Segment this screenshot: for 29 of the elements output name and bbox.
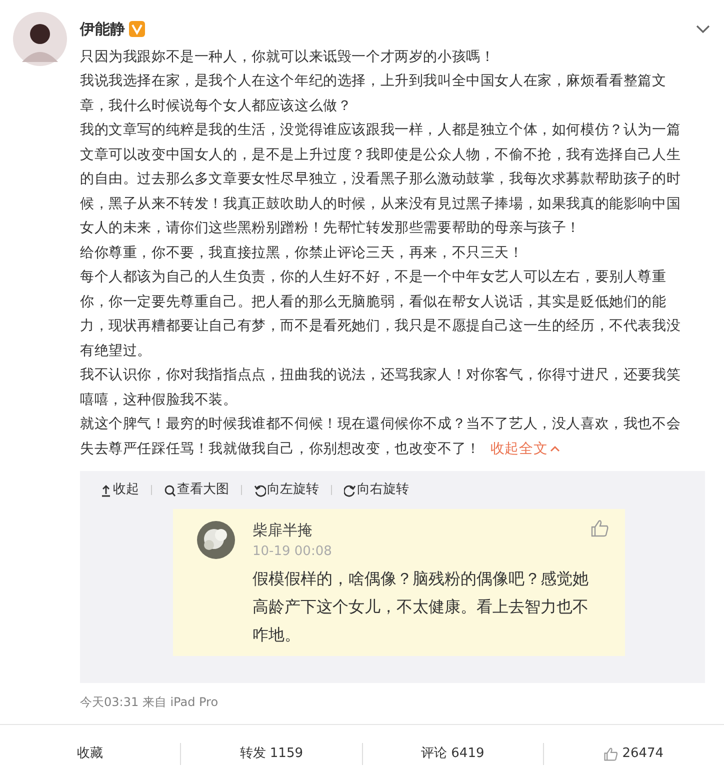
like-button[interactable]: 26474 <box>604 742 664 764</box>
post-paragraph: 只因为我跟妳不是一种人，你就可以来诋毁一个才两岁的小孩嗎！ <box>80 48 496 66</box>
toolbar-button[interactable]: 向左旋转 <box>254 480 319 500</box>
post-meta: 今天03:31 来自 iPad Pro <box>80 694 220 711</box>
comment-time: 10-19 00:08 <box>252 542 333 560</box>
toolbar-button[interactable]: 向右旋转 <box>344 480 409 500</box>
comment-text: 假模假样的，啥偶像？脑残粉的偶像吧？感觉她高龄产下这个女儿，不太健康。看上去智力也不咋地。 <box>252 568 590 646</box>
search-icon <box>164 484 176 496</box>
action-button[interactable]: 收藏 <box>77 742 104 764</box>
post-paragraph: 我的文章写的纯粹是我的生活，没觉得谁应该跟我一样，人都是独立个体，如何模仿？认为一篇文章可以改变中国女人的，是不是上升过度？我即使是公众人物，不偷不抢，我有选择自己人生的自由。过去那么多文章要女性尽早独立，没看黑子那么激动鼓掌，我每次求募款帮助孩子的时候，黑子从来不转发！我真正鼓吹助人的时候，从来没有見过黑子捧場，如果我真的能影响中国女人的未来，请你们这些黑粉别蹭粉！先帮忙转发那些需要帮助的母亲与孩子！ <box>80 121 682 238</box>
upload-arrow-icon <box>100 484 112 496</box>
post-paragraph: 我不认识你，你对我指指点点，扭曲我的说法，还骂我家人！对你客气，你得寸进尺，还要我笑嘻嘻，这种假脸我不装。 <box>80 366 682 410</box>
post-paragraph: 每个人都该为自己的人生负责，你的人生好不好，不是一个中年女艺人可以左右，要别人尊重你，你一定要先尊重自己。把人看的那么无脑脆弱，看似在帮女人说话，其实是贬低她们的能力，现状再糟都要让自己有梦，而不是看死她们，我只是不愿提自己这一生的经历，不代表我没有绝望过。 <box>80 268 682 360</box>
rotate-left-icon <box>254 484 266 496</box>
commenter-name: 柴扉半掩 <box>252 520 312 541</box>
toolbar-button[interactable]: 收起 <box>100 480 139 500</box>
rotate-right-icon <box>344 484 356 496</box>
post-paragraph: 给你尊重，你不要，我直接拉黑，你禁止评论三天，再来，不只三天！ <box>80 244 524 262</box>
caret-up-icon <box>550 445 560 452</box>
author-name[interactable]: 伊能静 <box>80 18 125 40</box>
chevron-down-icon[interactable] <box>696 24 710 34</box>
action-button[interactable]: 转发 1159 <box>240 742 303 764</box>
post-paragraph: 就这个脾气！最穷的时候我谁都不伺候！現在還伺候你不成？当不了艺人，没人喜欢，我也不会失去尊严任踩任骂！我就做我自己，你别想改变，也改变不了！ 收起全文 <box>80 412 692 461</box>
post-paragraph: 我说我选择在家，是我个人在这个年纪的选择，上升到我叫全中国女人在家，麻烦看看整篇文章，我什么时候说每个女人都应该这么做？ <box>80 72 668 116</box>
thumbs-up-icon <box>604 746 618 760</box>
action-button[interactable]: 评论 6419 <box>421 742 484 764</box>
thumbs-up-icon <box>590 519 608 537</box>
avatar-icon[interactable] <box>13 12 67 66</box>
toolbar-button[interactable]: 查看大图 <box>164 480 229 500</box>
